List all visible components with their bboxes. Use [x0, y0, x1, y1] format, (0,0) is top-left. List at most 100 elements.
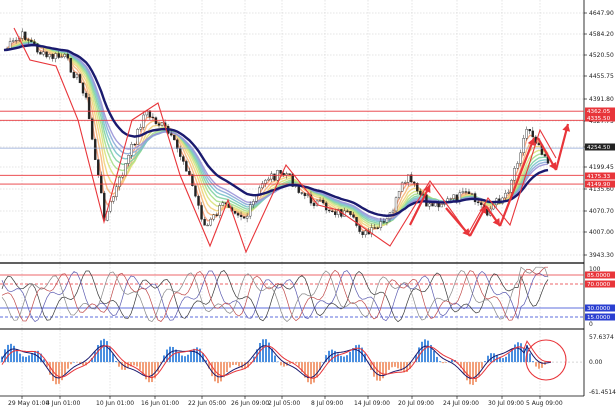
- candle-body: [467, 191, 471, 194]
- candle-body: [479, 202, 483, 205]
- price-tag-label: 4175.33: [587, 174, 611, 180]
- histogram-bar: [472, 362, 474, 385]
- candle-body: [464, 191, 468, 193]
- candle-body: [188, 171, 191, 175]
- price-axis-label: 4520.50: [589, 52, 614, 59]
- candle-body: [133, 144, 136, 146]
- histogram-bar: [73, 362, 75, 363]
- candle-body: [361, 231, 364, 236]
- time-axis-label: 5 Aug 09:00: [526, 400, 563, 407]
- oscillator-panel[interactable]: [0, 264, 584, 328]
- candle-body: [413, 181, 416, 184]
- histogram-bar: [469, 362, 471, 385]
- candle-body: [93, 139, 97, 160]
- candle-body: [197, 195, 200, 206]
- price-tag-label: 4362.05: [587, 109, 611, 115]
- candle-body: [221, 202, 225, 206]
- candle-body: [364, 230, 367, 236]
- candle-body: [209, 219, 212, 226]
- histogram-axis-label: 0.00: [589, 359, 603, 366]
- candle-body: [461, 191, 465, 193]
- histogram-bar: [238, 362, 240, 367]
- candle-body: [157, 123, 161, 126]
- histogram-bar: [316, 362, 318, 378]
- candle-body: [376, 227, 380, 229]
- histogram-bar: [298, 362, 300, 367]
- candle-body: [431, 203, 434, 207]
- candle-body: [449, 198, 452, 200]
- candle-body: [403, 182, 407, 184]
- candle-body: [352, 214, 355, 218]
- histogram-bar: [265, 339, 267, 363]
- histogram-bar: [100, 340, 102, 363]
- histogram-bar: [193, 348, 195, 363]
- price-axis-label: 3943.30: [589, 252, 614, 259]
- time-axis-label: 22 Jun 05:00: [188, 400, 226, 407]
- time-axis-label: 4 Jun 01:00: [46, 400, 80, 407]
- candle-body: [312, 202, 316, 206]
- histogram-bar: [181, 355, 183, 363]
- histogram-bar: [538, 362, 540, 369]
- histogram-bar: [436, 356, 438, 363]
- candle-body: [39, 51, 42, 55]
- candle-body: [151, 116, 155, 119]
- price-tag-label: 4254.50: [587, 145, 611, 151]
- histogram-axis-label: -61.4514: [589, 389, 616, 396]
- candle-body: [63, 54, 66, 58]
- oscillator-axis: 100085.000070.000030.000015.0000: [585, 266, 615, 328]
- histogram-bar: [433, 350, 435, 363]
- candle-body: [148, 110, 152, 118]
- price-axis-label: 4391.80: [589, 96, 614, 103]
- candle-body: [397, 191, 401, 198]
- histogram-bar: [391, 362, 393, 368]
- histogram-bar: [133, 362, 135, 366]
- candle-body: [279, 170, 282, 174]
- histogram-bar: [13, 345, 15, 363]
- price-axis-label: 4647.90: [589, 10, 614, 17]
- histogram-bar: [211, 362, 213, 377]
- candle-body: [200, 205, 203, 220]
- candle-body: [8, 41, 12, 49]
- candle-body: [176, 139, 179, 149]
- candle-body: [142, 114, 145, 128]
- histogram-bar: [295, 362, 297, 364]
- candle-body: [115, 186, 118, 197]
- histogram-bar: [394, 362, 396, 367]
- candle-body: [531, 130, 535, 138]
- candle-body: [473, 193, 477, 203]
- histogram-bar: [445, 362, 447, 363]
- oscillator-tag-label: 70.0000: [587, 282, 611, 288]
- candle-body: [124, 163, 127, 176]
- candle-body: [121, 175, 124, 178]
- candle-body: [172, 134, 176, 141]
- candle-body: [470, 193, 474, 195]
- histogram-bar: [262, 339, 264, 363]
- candle-body: [303, 193, 307, 197]
- histogram-bar: [64, 362, 66, 375]
- candle-body: [90, 118, 94, 140]
- histogram-bar: [25, 356, 27, 363]
- trading-chart[interactable]: 4647.904584.204520.504455.754391.804327.…: [0, 0, 616, 408]
- candle-body: [97, 159, 100, 176]
- histogram-bar: [19, 353, 21, 363]
- histogram-bar: [532, 361, 534, 363]
- candle-body: [510, 180, 513, 193]
- candle-body: [327, 209, 331, 212]
- candle-body: [321, 199, 325, 204]
- candle-body: [27, 39, 30, 41]
- candle-body: [206, 224, 209, 227]
- candle-body: [440, 204, 443, 208]
- candle-body: [428, 203, 431, 207]
- candle-body: [45, 51, 48, 58]
- histogram-bar: [442, 362, 444, 364]
- candle-body: [212, 214, 215, 220]
- time-axis: 29 May 01:004 Jun 01:00 10 Jun 01:00 16 Ju…: [8, 396, 563, 407]
- candle-body: [54, 53, 57, 59]
- candle-body: [169, 133, 173, 136]
- candle-body: [543, 154, 547, 157]
- candle-body: [103, 192, 106, 221]
- candle-body: [385, 218, 389, 223]
- candle-body: [394, 197, 398, 212]
- histogram-bar: [412, 362, 414, 363]
- candle-body: [127, 155, 130, 164]
